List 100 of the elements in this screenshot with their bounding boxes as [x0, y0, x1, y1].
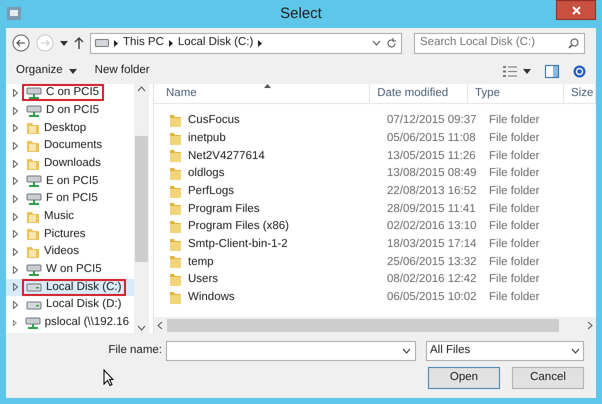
file-name-cell[interactable]: Smtp-Client-bin-1-2: [188, 236, 288, 254]
close-button[interactable]: [556, 0, 596, 20]
column-header[interactable]: Date modified: [370, 84, 468, 103]
expand-arrow-icon[interactable]: [13, 212, 18, 221]
help-icon[interactable]: [573, 64, 586, 78]
breadcrumb[interactable]: Local Disk (C:): [178, 34, 254, 52]
nav-item[interactable]: Pictures: [6, 226, 134, 244]
expand-arrow-icon[interactable]: [13, 177, 18, 186]
dialog-button[interactable]: Cancel: [512, 367, 584, 389]
recent-caret-icon: [60, 40, 68, 46]
expand-arrow-icon[interactable]: [13, 160, 18, 168]
date-cell-text: 06/05/2015 10:02: [386, 290, 478, 306]
scroll-left-icon[interactable]: [157, 320, 163, 330]
folder-icon: [169, 290, 182, 305]
file-name-cell[interactable]: Program Files: [188, 200, 260, 218]
file-name-cell[interactable]: CusFocus: [188, 112, 240, 130]
nav-label: Pictures: [44, 226, 86, 242]
preview-pane-icon[interactable]: [545, 64, 559, 78]
back-icon[interactable]: [12, 34, 30, 52]
nav-item[interactable]: Downloads: [6, 154, 134, 172]
nav-item[interactable]: Local Disk (C:): [6, 278, 134, 296]
refresh-icon[interactable]: [386, 38, 397, 48]
expand-arrow-icon[interactable]: [13, 301, 18, 310]
file-name-cell[interactable]: PerfLogs: [188, 182, 234, 200]
type-cell-text: File folder: [488, 130, 540, 146]
breadcrumb[interactable]: This PC: [123, 34, 164, 52]
scroll-up-icon[interactable]: [137, 86, 146, 92]
folder-icon: [169, 238, 182, 252]
type-cell-text: File folder: [488, 254, 540, 270]
app-icon: [7, 7, 21, 20]
folder-icon: [26, 227, 40, 242]
column-header[interactable]: Name: [154, 84, 370, 103]
date-cell-text: 07/12/2015 09:37: [386, 113, 478, 128]
view-list-icon[interactable]: [503, 66, 517, 76]
nav-item[interactable]: Desktop: [6, 119, 134, 138]
nav-item[interactable]: pslocal (\\192.16: [6, 314, 134, 332]
close-icon: [572, 6, 580, 14]
folder-icon: [26, 121, 40, 136]
expand-arrow-icon[interactable]: [13, 230, 18, 238]
file-name-cell[interactable]: temp: [188, 254, 214, 271]
nav-label: Desktop: [44, 120, 86, 136]
file-type-select[interactable]: All Files: [426, 341, 584, 361]
window-title: Select: [280, 4, 322, 24]
scroll-right-icon[interactable]: [587, 320, 593, 330]
nav-item[interactable]: E on PCI5: [6, 172, 134, 190]
nav-item[interactable]: Local Disk (D:): [6, 296, 134, 314]
folder-icon: [169, 202, 182, 216]
column-header[interactable]: Type: [468, 84, 564, 103]
folder-icon: [169, 220, 182, 234]
scrollbar-thumb[interactable]: [167, 318, 559, 332]
dialog-button[interactable]: Open: [428, 367, 500, 389]
file-name-cell[interactable]: inetpub: [188, 130, 226, 148]
nav-label: Local Disk (C:): [46, 280, 122, 295]
nav-item[interactable]: F on PCI5: [6, 190, 134, 208]
network-drive-icon: [26, 262, 42, 277]
up-arrow-icon[interactable]: [74, 37, 84, 49]
nav-item[interactable]: Music: [6, 208, 134, 226]
file-name-cell[interactable]: Program Files (x86): [188, 218, 289, 236]
type-cell-text: File folder: [488, 202, 540, 217]
scroll-down-icon[interactable]: [137, 325, 146, 331]
folder-icon: [169, 166, 182, 181]
drive-icon: [26, 282, 42, 292]
network-drive-icon: [26, 104, 42, 118]
expand-arrow-icon[interactable]: [13, 142, 18, 150]
organize-button[interactable]: Organize: [16, 62, 77, 80]
horizontal-scrollbar[interactable]: [154, 317, 596, 333]
search-field[interactable]: Search Local Disk (C:): [414, 32, 585, 54]
expand-arrow-icon[interactable]: [13, 194, 18, 203]
expand-arrow-icon[interactable]: [13, 106, 18, 115]
file-name-cell[interactable]: Windows: [188, 289, 235, 306]
folder-icon: [26, 138, 40, 153]
nav-label: Documents: [44, 138, 102, 154]
nav-item[interactable]: Documents: [6, 137, 134, 155]
nav-item[interactable]: Videos: [6, 243, 134, 261]
new-folder-button[interactable]: New folder: [94, 62, 150, 80]
date-cell-text: 13/05/2015 11:26: [386, 148, 477, 164]
dropdown-icon[interactable]: [372, 40, 381, 46]
expand-arrow-icon[interactable]: [13, 283, 18, 292]
type-cell-text: File folder: [488, 290, 540, 306]
nav-item[interactable]: D on PCI5: [6, 102, 134, 120]
nav-item[interactable]: W on PCI5: [6, 260, 134, 279]
date-cell-text: 28/09/2015 11:41: [386, 202, 477, 217]
expand-arrow-icon[interactable]: [13, 248, 18, 256]
date-cell-text: 08/02/2016 12:42: [386, 272, 478, 288]
drive-icon: [26, 300, 42, 310]
nav-item[interactable]: C on PCI5: [6, 84, 134, 102]
file-name-cell[interactable]: Net2V4277614: [188, 148, 265, 165]
file-name-field[interactable]: [166, 341, 416, 361]
expand-arrow-icon[interactable]: [13, 266, 18, 274]
address-bar[interactable]: This PC Local Disk (C:): [90, 32, 402, 54]
scrollbar-thumb[interactable]: [135, 136, 148, 262]
expand-arrow-icon[interactable]: [13, 318, 17, 327]
file-name-cell[interactable]: Users: [188, 271, 218, 289]
mouse-cursor-icon: [103, 369, 114, 386]
expand-arrow-icon[interactable]: [13, 124, 18, 132]
file-name-cell[interactable]: oldlogs: [188, 165, 224, 183]
expand-arrow-icon[interactable]: [13, 88, 18, 97]
column-header[interactable]: Size: [564, 84, 596, 103]
type-cell-text: File folder: [488, 148, 540, 164]
folder-icon: [169, 132, 182, 146]
